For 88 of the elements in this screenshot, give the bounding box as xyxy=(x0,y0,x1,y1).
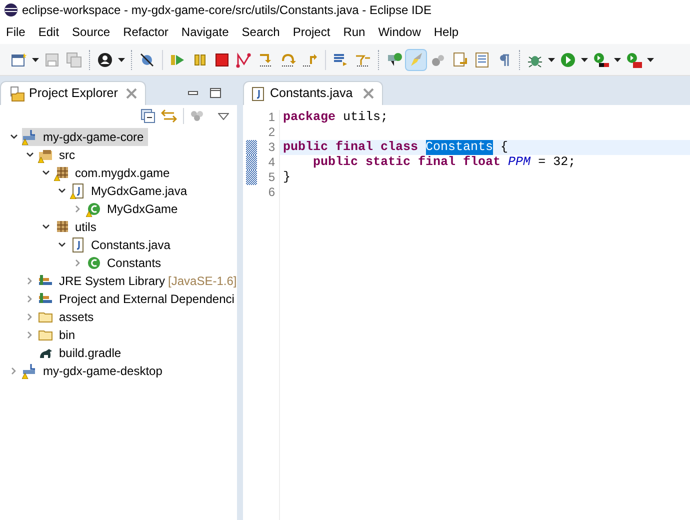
tree-item[interactable]: JRE System Library [JavaSE-1.6] xyxy=(38,272,241,290)
expand-chevron-icon[interactable] xyxy=(26,331,34,339)
tree-item[interactable]: MyGdxGame.java xyxy=(70,182,192,200)
tree-item[interactable]: Constants.java xyxy=(70,236,174,254)
collapse-chevron-icon[interactable] xyxy=(42,223,50,231)
minimize-icon[interactable] xyxy=(188,91,198,95)
java-file-icon xyxy=(252,86,264,100)
dropdown-caret-icon[interactable] xyxy=(647,58,654,62)
dropdown-caret-icon[interactable] xyxy=(118,58,125,62)
tree-item-decoration: [JavaSE-1.6] xyxy=(168,273,237,290)
view-title: Project Explorer xyxy=(29,85,118,102)
expand-chevron-icon[interactable] xyxy=(10,367,18,375)
menu-item[interactable]: Search xyxy=(242,23,280,41)
tree-item[interactable]: utils xyxy=(54,218,100,236)
line-number: 6 xyxy=(267,185,276,200)
code-token: utils; xyxy=(342,110,388,125)
editor-tab[interactable]: Constants.java xyxy=(243,81,383,105)
expand-chevron-icon[interactable] xyxy=(74,259,82,267)
selected-text: Constants xyxy=(426,140,494,155)
tree-item[interactable]: bin xyxy=(38,326,80,344)
tree-item-label: Constants.java xyxy=(91,237,170,254)
tree-item[interactable]: src xyxy=(38,146,79,164)
maximize-icon[interactable] xyxy=(210,88,221,98)
tree-item-label: Constants xyxy=(107,255,162,272)
line-number: 3 xyxy=(267,140,276,155)
collapse-all-icon[interactable] xyxy=(141,109,155,123)
tree-item-label: build.gradle xyxy=(59,345,122,362)
menu-item[interactable]: Navigate xyxy=(181,23,229,41)
expand-chevron-icon[interactable] xyxy=(26,295,34,303)
code-token: PPM xyxy=(508,155,531,170)
tree-item-label: bin xyxy=(59,327,76,344)
close-icon[interactable] xyxy=(126,88,137,99)
collapse-chevron-icon[interactable] xyxy=(26,151,34,159)
line-number: 1 xyxy=(267,110,276,125)
line-number: 4 xyxy=(267,155,276,170)
tree-item-label: utils xyxy=(75,219,96,236)
dropdown-caret-icon[interactable] xyxy=(548,58,555,62)
expand-chevron-icon[interactable] xyxy=(26,313,34,321)
folder-icon xyxy=(9,86,25,102)
editor-tab-title: Constants.java xyxy=(270,85,353,102)
code-token: public final class xyxy=(283,140,418,155)
menu-item[interactable]: Help xyxy=(434,23,459,41)
tree-item-label: MyGdxGame xyxy=(107,201,178,218)
menu-item[interactable]: Source xyxy=(72,23,110,41)
tree-item[interactable]: Project and External Dependenci xyxy=(38,290,238,308)
view-menu-icon[interactable] xyxy=(218,112,229,120)
tree-item[interactable]: MyGdxGame xyxy=(86,200,182,218)
line-number: 5 xyxy=(267,170,276,185)
collapse-chevron-icon[interactable] xyxy=(58,187,66,195)
collapse-chevron-icon[interactable] xyxy=(58,241,66,249)
menu-item[interactable]: Project xyxy=(292,23,330,41)
expand-chevron-icon[interactable] xyxy=(74,205,82,213)
view-tab[interactable]: Project Explorer xyxy=(0,81,146,105)
tree-item[interactable]: build.gradle xyxy=(38,344,126,362)
tree-item-label: my-gdx-game-desktop xyxy=(43,363,162,380)
code-token: public static final float xyxy=(312,155,502,170)
tree-item[interactable]: com.mygdx.game xyxy=(54,164,174,182)
dropdown-caret-icon[interactable] xyxy=(32,58,39,62)
code-token: = 32; xyxy=(537,155,576,170)
tree-item-label: JRE System Library xyxy=(59,273,166,290)
close-icon[interactable] xyxy=(362,88,374,99)
eclipse-logo-icon xyxy=(4,3,18,17)
menu-item[interactable]: Edit xyxy=(38,23,60,41)
dropdown-caret-icon[interactable] xyxy=(614,58,621,62)
link-arrows-icon[interactable] xyxy=(161,109,177,123)
code-token: { xyxy=(500,140,508,155)
tree-item-label: my-gdx-game-core xyxy=(43,129,144,146)
menu-item[interactable]: File xyxy=(6,23,26,41)
menu-item[interactable]: Refactor xyxy=(123,23,168,41)
collapse-chevron-icon[interactable] xyxy=(10,133,18,141)
collapse-chevron-icon[interactable] xyxy=(42,169,50,177)
tree-item-label: assets xyxy=(59,309,94,326)
dropdown-caret-icon[interactable] xyxy=(581,58,588,62)
tree-item[interactable]: assets xyxy=(38,308,98,326)
menu-item[interactable]: Run xyxy=(343,23,366,41)
window-title: eclipse-workspace - my-gdx-game-core/src/utils/Constants.java - Eclipse IDE xyxy=(22,2,432,19)
tree-item-label: MyGdxGame.java xyxy=(91,183,188,200)
tree-item[interactable]: Constants xyxy=(86,254,166,272)
expand-chevron-icon[interactable] xyxy=(26,277,34,285)
tree-item-label: src xyxy=(59,147,75,164)
tree-item-label: com.mygdx.game xyxy=(75,165,170,182)
tree-item[interactable]: my-gdx-game-desktop xyxy=(22,362,166,380)
tree-item-label: Project and External Dependenci xyxy=(59,291,234,308)
code-token: } xyxy=(283,170,291,185)
code-token: package xyxy=(283,110,336,125)
line-number: 2 xyxy=(267,125,276,140)
menu-item[interactable]: Window xyxy=(378,23,421,41)
tree-item[interactable]: my-gdx-game-core xyxy=(22,128,148,146)
